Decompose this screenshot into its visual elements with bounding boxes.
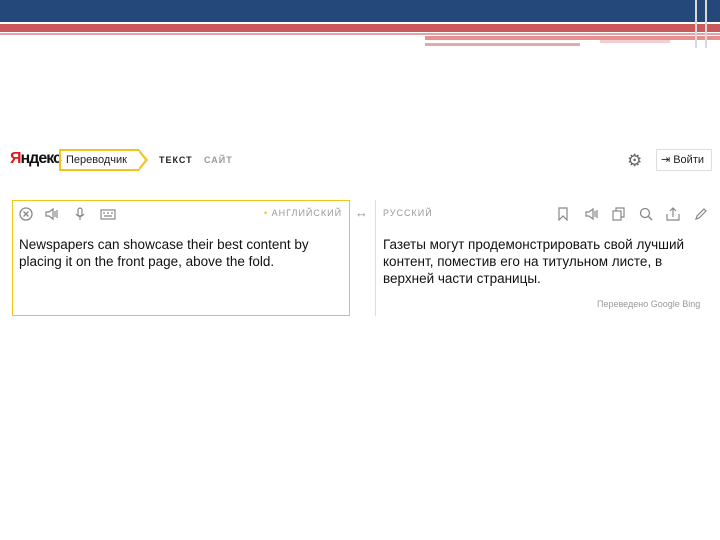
logo-initial: Я — [10, 150, 21, 167]
edit-icon[interactable] — [694, 207, 708, 224]
slide-corner-line — [705, 0, 707, 48]
yandex-logo[interactable]: Яндекс — [10, 150, 62, 168]
service-name-tag[interactable]: Переводчик — [59, 149, 148, 171]
tab-site[interactable]: САЙТ — [204, 155, 233, 165]
microphone-icon[interactable] — [73, 207, 87, 224]
source-language[interactable]: • АНГЛИЙСКИЙ — [264, 208, 342, 218]
gear-icon[interactable]: ⚙ — [627, 152, 645, 170]
target-language-label[interactable]: РУССКИЙ — [383, 208, 433, 218]
slide-accent-line — [0, 33, 720, 35]
translation-text: Газеты могут продемонстрировать свой луч… — [383, 237, 685, 286]
tab-text[interactable]: ТЕКСТ — [159, 155, 193, 165]
listen-icon[interactable] — [585, 207, 599, 224]
copy-icon[interactable] — [612, 207, 626, 224]
keyboard-icon[interactable] — [100, 207, 116, 224]
source-text[interactable]: Newspapers can showcase their best conte… — [19, 236, 344, 270]
login-label: Войти — [673, 154, 705, 166]
slide-accent-line — [600, 40, 670, 43]
slide-accent-line — [425, 43, 580, 46]
slide-corner-line — [695, 0, 697, 48]
login-button[interactable]: ⇥ Войти — [656, 149, 712, 171]
share-icon[interactable] — [666, 207, 680, 224]
slide-accent-line — [425, 36, 720, 40]
login-arrow-icon: ⇥ — [661, 154, 671, 166]
clear-icon[interactable] — [19, 207, 33, 224]
slide-accent-bar — [0, 24, 720, 32]
language-dot-icon: • — [264, 208, 269, 218]
logo-text: ндекс — [20, 150, 62, 167]
search-icon[interactable] — [639, 207, 653, 224]
translation-credit[interactable]: Переведено Google Bing — [597, 299, 700, 309]
panel-divider — [375, 200, 376, 316]
listen-icon[interactable] — [45, 207, 59, 224]
source-language-label: АНГЛИЙСКИЙ — [271, 208, 343, 218]
slide-header-bar — [0, 0, 720, 22]
bookmark-icon[interactable] — [557, 207, 569, 224]
swap-arrows-icon[interactable]: ↔ — [355, 205, 368, 220]
